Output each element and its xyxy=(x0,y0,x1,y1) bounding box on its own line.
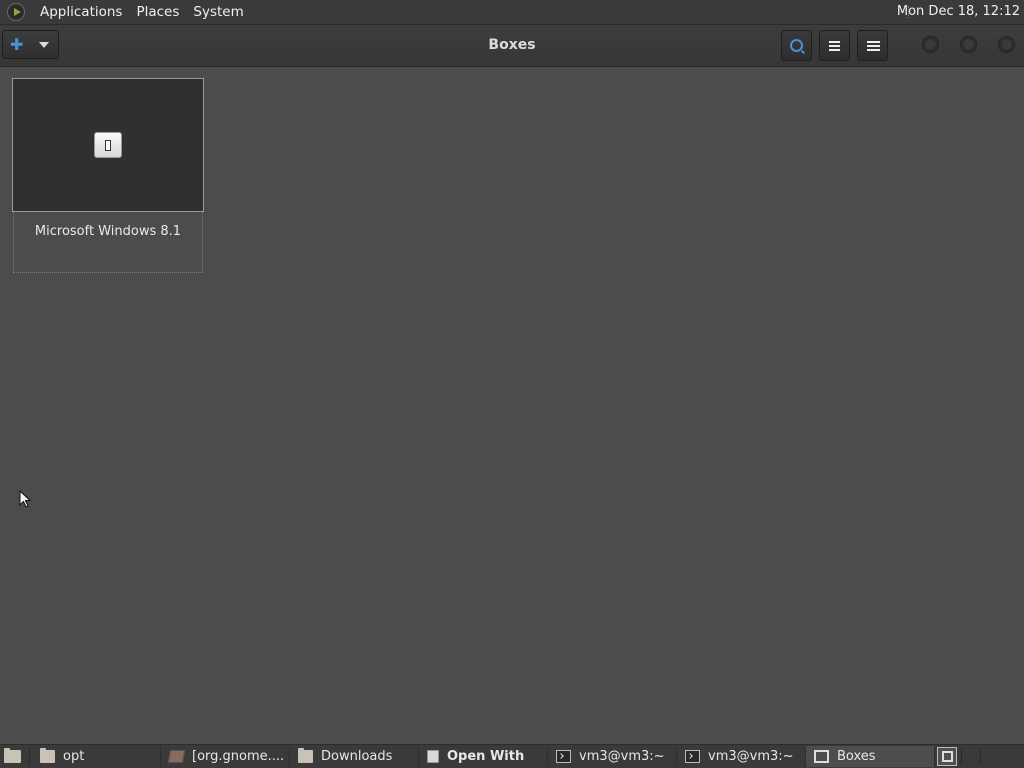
menu-icon xyxy=(867,40,880,51)
task-downloads[interactable]: Downloads xyxy=(290,746,419,767)
task-terminal-1[interactable]: vm3@vm3:~ xyxy=(548,746,677,767)
task-open-with[interactable]: Open With xyxy=(419,746,548,767)
terminal-icon xyxy=(685,750,700,763)
clock[interactable]: Mon Dec 18, 12:12 xyxy=(897,0,1020,24)
taskbar-separator xyxy=(29,748,30,765)
menu-button[interactable] xyxy=(857,30,888,61)
show-desktop-button[interactable] xyxy=(2,748,22,765)
task-label: [org.gnome.... xyxy=(192,749,285,764)
task-label: vm3@vm3:~ xyxy=(579,749,665,764)
tray-boxes-icon[interactable] xyxy=(937,747,957,766)
task-text-editor[interactable]: [org.gnome.... xyxy=(161,746,290,767)
document-icon xyxy=(427,750,439,763)
header-bar: ✚ Boxes xyxy=(0,25,1024,67)
menu-applications[interactable]: Applications xyxy=(33,0,129,24)
task-opt[interactable]: opt xyxy=(32,746,161,767)
box-thumbnail[interactable] xyxy=(12,78,204,212)
task-label: Boxes xyxy=(837,749,876,764)
maximize-button[interactable] xyxy=(960,36,977,53)
taskbar: opt [org.gnome.... Downloads Open With v… xyxy=(0,744,1024,768)
vm-icon xyxy=(94,132,122,158)
box-name[interactable]: Microsoft Windows 8.1 xyxy=(13,224,203,239)
folder-icon xyxy=(40,748,55,763)
close-button[interactable] xyxy=(998,36,1015,53)
distro-logo-icon[interactable] xyxy=(7,3,25,21)
text-editor-icon xyxy=(167,750,186,763)
search-button[interactable] xyxy=(781,30,812,61)
boxes-icon xyxy=(814,750,829,763)
list-view-icon xyxy=(829,40,840,51)
task-label: Open With xyxy=(447,749,525,764)
desktop-icon xyxy=(3,748,21,763)
task-label: opt xyxy=(63,749,85,764)
list-view-button[interactable] xyxy=(819,30,850,61)
search-icon xyxy=(790,39,803,52)
menu-system[interactable]: System xyxy=(186,0,250,24)
terminal-icon xyxy=(556,750,571,763)
taskbar-separator xyxy=(980,748,981,765)
task-label: Downloads xyxy=(321,749,393,764)
task-boxes[interactable]: Boxes xyxy=(806,746,935,767)
folder-icon xyxy=(298,748,313,763)
menu-places[interactable]: Places xyxy=(129,0,186,24)
taskbar-separator xyxy=(961,748,962,765)
task-label: vm3@vm3:~ xyxy=(708,749,794,764)
top-panel: Applications Places System Mon Dec 18, 1… xyxy=(0,0,1024,25)
task-terminal-2[interactable]: vm3@vm3:~ xyxy=(677,746,806,767)
minimize-button[interactable] xyxy=(922,36,939,53)
